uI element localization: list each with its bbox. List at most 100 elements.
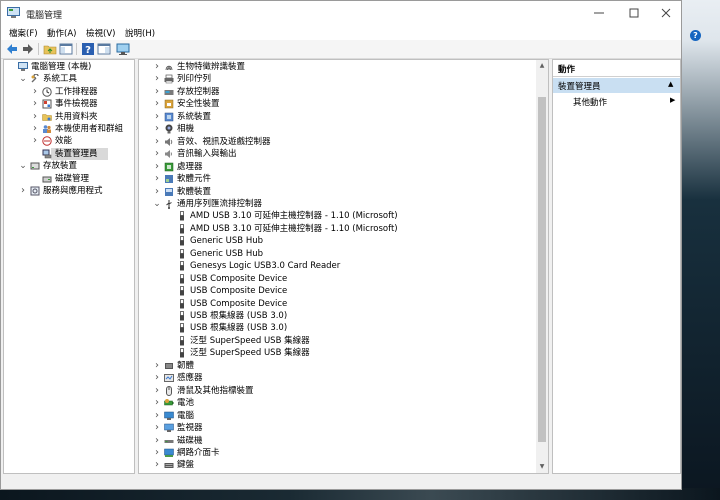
chevron-right-icon[interactable]: › [153, 123, 161, 135]
device-item-label: 滑鼠及其他指標裝置 [177, 385, 254, 396]
scroll-up-arrow[interactable]: ▲ [538, 62, 546, 70]
chevron-right-icon[interactable]: › [153, 61, 161, 73]
back-arrow-icon[interactable] [5, 42, 19, 56]
close-button[interactable] [658, 5, 674, 21]
device-manager-icon [42, 149, 52, 159]
chevron-down-icon[interactable]: ⌄ [153, 198, 161, 210]
chevron-right-icon[interactable]: › [19, 185, 27, 197]
minimize-button[interactable] [591, 5, 607, 21]
device-item-label: USB 根集線器 (USB 3.0) [190, 311, 288, 321]
device-item-label: 系統裝置 [177, 111, 212, 122]
menu-action[interactable]: 動作(A) [47, 27, 76, 39]
actions-section-label: 裝置管理員 [558, 82, 601, 92]
device-item-label: 列印佇列 [177, 74, 212, 85]
chevron-right-icon[interactable]: › [31, 111, 39, 123]
tree-item-label: 工作排程器 [55, 86, 98, 97]
chevron-right-icon[interactable]: › [153, 397, 161, 409]
tree-item-label: 本機使用者和群組 [55, 124, 124, 134]
keyboard-icon [164, 460, 174, 470]
menu-view[interactable]: 檢視(V) [86, 27, 115, 39]
chevron-right-icon[interactable]: › [153, 435, 161, 447]
chevron-right-icon[interactable]: › [153, 372, 161, 384]
scroll-down-arrow[interactable]: ▼ [538, 463, 546, 471]
tree-item-label: 存放裝置 [43, 161, 78, 172]
toolbar-separator [38, 43, 39, 55]
audio-io-icon [164, 149, 174, 159]
collapse-up-icon: ▲ [668, 80, 674, 88]
up-folder-icon[interactable] [43, 42, 57, 56]
fingerprint-icon [164, 62, 174, 72]
device-item-label: 音效、視訊及遊戲控制器 [177, 136, 271, 147]
chevron-right-icon[interactable]: › [31, 135, 39, 147]
menu-bar: 檔案(F) 動作(A) 檢視(V) 說明(H) [1, 25, 681, 40]
chevron-right-icon[interactable]: › [153, 422, 161, 434]
storage-controller-icon [164, 87, 174, 97]
device-item-label: 生物特徵辨識裝置 [177, 62, 246, 72]
device-item-label: 泛型 SuperSpeed USB 集線器 [190, 335, 310, 346]
actions-section-device-manager[interactable]: 裝置管理員 ▲ [553, 78, 680, 93]
toolbar: ? [1, 40, 681, 59]
chevron-right-icon[interactable]: › [153, 148, 161, 160]
network-adapter-icon [164, 448, 174, 458]
chevron-right-icon[interactable]: › [153, 385, 161, 397]
usb-device-icon [177, 236, 187, 246]
device-item-label: 軟體元件 [177, 174, 212, 185]
tools-icon [30, 74, 40, 84]
chevron-right-icon[interactable]: › [153, 360, 161, 372]
chevron-right-icon[interactable]: › [153, 111, 161, 123]
device-item-label: 相機 [177, 124, 195, 135]
usb-device-icon [177, 273, 187, 284]
usb-icon [164, 199, 174, 209]
device-item-label: Generic USB Hub [190, 236, 263, 247]
help-icon[interactable]: ? [81, 42, 95, 56]
event-viewer-icon [42, 99, 52, 109]
chevron-right-icon[interactable]: › [153, 459, 161, 471]
chevron-right-icon[interactable]: › [153, 447, 161, 459]
background-desktop [680, 0, 720, 500]
chevron-right-icon[interactable]: › [153, 410, 161, 422]
device-item-label: 安全性裝置 [177, 99, 220, 110]
device-item-label: 鍵盤 [177, 460, 195, 471]
scrollbar-thumb[interactable] [538, 97, 546, 442]
computer-management-window: 電腦管理 檔案(F) 動作(A) 檢視(V) 說明(H) ? ▲ ▼ 動作 裝置… [0, 0, 682, 490]
action-pane-icon[interactable] [97, 42, 111, 56]
chevron-right-icon[interactable]: › [153, 86, 161, 98]
chevron-right-icon[interactable]: › [153, 161, 161, 173]
chevron-down-icon[interactable]: ⌄ [19, 73, 27, 85]
device-item-label: USB Composite Device [190, 298, 288, 309]
software-device-icon [164, 187, 174, 197]
computer-icon [164, 411, 174, 421]
device-item-label: Genesys Logic USB3.0 Card Reader [190, 261, 341, 272]
chevron-right-icon[interactable]: › [153, 136, 161, 148]
chevron-right-icon[interactable]: › [153, 98, 161, 110]
monitor-icon[interactable] [116, 42, 130, 56]
status-bar [1, 475, 681, 489]
chevron-right-icon: ▶ [670, 96, 676, 104]
chevron-right-icon[interactable]: › [153, 173, 161, 185]
device-item-label: USB 根集線器 (USB 3.0) [190, 323, 288, 334]
chevron-right-icon[interactable]: › [153, 73, 161, 85]
chevron-right-icon[interactable]: › [31, 86, 39, 98]
device-item-label: 軟體裝置 [177, 186, 212, 197]
device-item-label: 電池 [177, 398, 195, 409]
monitor-icon [164, 423, 174, 433]
device-item-label: 電腦 [177, 410, 195, 421]
menu-file[interactable]: 檔案(F) [9, 27, 38, 39]
actions-item-more-actions[interactable]: 其他動作 ▶ [553, 96, 680, 108]
chevron-right-icon[interactable]: › [31, 123, 39, 135]
tree-item-label: 服務與應用程式 [43, 186, 103, 196]
chevron-right-icon[interactable]: › [31, 98, 39, 110]
show-hide-tree-icon[interactable] [59, 42, 73, 56]
computer-management-icon [18, 62, 28, 72]
chevron-right-icon[interactable]: › [153, 186, 161, 198]
svg-text:?: ? [85, 45, 91, 56]
device-item-label: 通用序列匯流排控制器 [177, 198, 263, 209]
users-icon [42, 124, 52, 134]
maximize-button[interactable] [626, 5, 642, 21]
device-item-label: 泛型 SuperSpeed USB 集線器 [190, 348, 310, 359]
device-item-label: 存放控制器 [177, 86, 220, 97]
chevron-down-icon[interactable]: ⌄ [19, 160, 27, 172]
usb-device-icon [177, 311, 187, 321]
forward-arrow-icon[interactable] [21, 42, 35, 56]
menu-help[interactable]: 說明(H) [125, 27, 155, 39]
